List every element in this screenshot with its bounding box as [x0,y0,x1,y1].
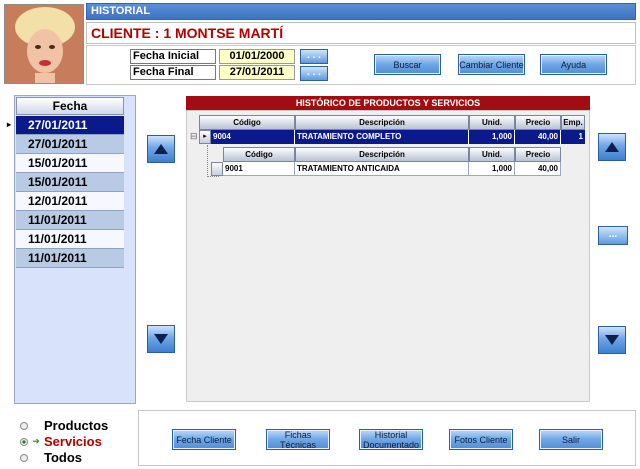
end-date-field[interactable]: 27/01/2011 [219,65,295,80]
sub-row-description: TRATAMIENTO ANTICAIDA [295,162,469,176]
arrow-right-icon: ➔ [32,436,40,446]
date-list-item[interactable]: 15/01/2011 [16,154,124,173]
date-list-item[interactable]: 27/01/2011 [16,135,124,154]
filter-option-products[interactable]: Productos [20,418,108,433]
date-list-item[interactable]: 11/01/2011 [16,211,124,230]
arrow-down-icon [154,334,168,344]
scroll-up-left-button[interactable] [147,135,175,163]
column-header-price[interactable]: Precio [515,115,561,130]
sub-column-header-code[interactable]: Código [223,147,295,162]
search-button[interactable]: Buscar [374,54,441,75]
date-list-item-label: 11/01/2011 [28,251,87,265]
date-list-item[interactable]: 11/01/2011 [16,230,124,249]
client-photo [4,4,84,84]
start-date-picker-button[interactable]: . . . [300,49,328,64]
filter-option-all[interactable]: Todos [20,450,82,465]
scroll-down-left-button[interactable] [147,325,175,353]
history-grid: Código Descripción Unid. Precio Emp. ⊟ ▸… [186,110,590,402]
window-title: HISTORIAL [86,3,636,20]
collapse-row-icon[interactable]: ⊟ [190,130,199,142]
date-list-item-label: 15/01/2011 [28,156,88,170]
client-label: CLIENTE : 1 MONTSE MARTÍ [86,22,636,44]
arrow-down-icon [605,335,619,345]
more-options-button[interactable]: ... [598,226,628,245]
client-card-button[interactable]: Fecha Cliente [172,429,236,450]
sub-row-units: 1,000 [469,162,515,176]
row-code: 9004 [211,130,295,144]
selected-row-marker-icon: ▸ [4,116,14,134]
date-list-item-label: 11/01/2011 [28,232,87,246]
date-list-item-label: 27/01/2011 [28,137,88,151]
start-date-field[interactable]: 01/01/2000 [219,49,295,64]
sub-row-selector[interactable] [211,162,223,176]
column-header-units[interactable]: Unid. [469,115,515,130]
scroll-down-right-button[interactable] [598,326,626,354]
row-description: TRATAMIENTO COMPLETO [295,130,469,144]
filter-option-label: Productos [44,418,109,433]
filter-option-label: Todos [44,450,83,465]
date-list-item-label: 15/01/2011 [28,175,88,189]
sub-column-header-description[interactable]: Descripción [295,147,469,162]
help-button[interactable]: Ayuda [540,54,607,75]
date-list-item-label: 11/01/2011 [28,213,87,227]
filter-options-panel: Productos ➔ Servicios Todos [4,410,134,466]
radio-icon[interactable] [20,421,28,430]
sub-column-header-price[interactable]: Precio [515,147,561,162]
column-header-description[interactable]: Descripción [295,115,469,130]
date-list-item[interactable]: 11/01/2011 [16,249,124,268]
arrow-up-icon [605,142,619,152]
date-list-item[interactable]: 12/01/2011 [16,192,124,211]
client-photos-button[interactable]: Fotos Cliente [449,429,513,450]
scroll-up-right-button[interactable] [598,133,626,161]
row-emp: 1 [578,132,583,141]
start-date-label: Fecha Inicial [130,49,216,64]
table-row[interactable]: 9004 TRATAMIENTO COMPLETO 1,000 40,00 1 [211,130,585,144]
history-title: HISTÓRICO DE PRODUCTOS Y SERVICIOS [186,96,590,110]
column-header-emp[interactable]: Emp. [561,115,585,130]
table-row[interactable]: 9001 TRATAMIENTO ANTICAIDA 1,000 40,00 [223,162,561,176]
radio-icon[interactable] [20,453,28,462]
date-list-item[interactable]: ▸ 27/01/2011 [4,116,124,135]
sub-row-price: 40,00 [515,162,561,176]
row-units: 1,000 [469,130,515,144]
tree-connector [207,145,208,177]
date-list-item[interactable]: 15/01/2011 [16,173,124,192]
end-date-label: Fecha Final [130,65,216,80]
filter-option-services[interactable]: ➔ Servicios [20,434,102,449]
end-date-picker-button[interactable]: . . . [300,66,328,81]
column-header-code[interactable]: Código [199,115,295,130]
date-list-header: Fecha [16,97,124,115]
documented-history-button[interactable]: Historial Documentado [359,429,423,450]
sub-column-header-units[interactable]: Unid. [469,147,515,162]
arrow-up-icon [154,144,168,154]
technical-sheets-button[interactable]: Fichas Técnicas [266,429,330,450]
date-list-item-label: 27/01/2011 [28,118,88,132]
row-price: 40,00 [515,130,561,144]
tree-connector [207,176,219,177]
filter-option-label: Servicios [44,434,102,449]
exit-button[interactable]: Salir [539,429,603,450]
change-client-button[interactable]: Cambiar Cliente [458,54,525,75]
sub-row-code: 9001 [223,162,295,176]
row-selector-icon[interactable]: ▸ [199,130,211,144]
radio-selected-icon[interactable] [20,437,28,446]
date-list-item-label: 12/01/2011 [28,194,88,208]
